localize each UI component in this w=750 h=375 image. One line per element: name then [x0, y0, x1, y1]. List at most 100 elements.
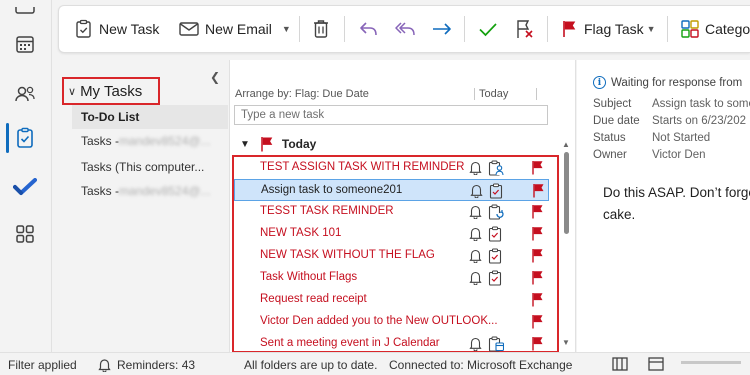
folder-item-label: Tasks (This computer... [81, 160, 205, 174]
due-date-label: Due date [593, 115, 640, 127]
bell-icon[interactable] [469, 204, 482, 222]
scrollbar[interactable]: ▲ ▼ [561, 140, 571, 352]
column-divider [536, 88, 537, 100]
categorize-label: Catego [705, 21, 750, 37]
bell-icon[interactable] [469, 160, 482, 178]
flag-icon[interactable] [531, 248, 544, 266]
filter-status: Filter applied [8, 358, 77, 372]
info-bar: i Waiting for response from [593, 76, 742, 89]
group-header-today[interactable]: ▼ Today [240, 135, 316, 153]
new-task-label: New Task [99, 21, 160, 37]
delete-button[interactable] [313, 6, 329, 52]
due-date-row: Due date Starts on 6/23/202 [593, 115, 746, 127]
flag-icon[interactable] [532, 183, 545, 201]
list-header: Arrange by: Flag: Due Date Today [234, 88, 550, 102]
scroll-thumb[interactable] [564, 152, 569, 234]
task-row[interactable]: NEW TASK WITHOUT THE FLAG [234, 245, 549, 267]
new-task-input[interactable]: Type a new task [234, 105, 548, 125]
forward-icon [433, 23, 451, 35]
task-name: Assign task to someone201 [261, 184, 403, 196]
subject-label: Subject [593, 98, 632, 110]
folder-item-label: To-Do List [81, 110, 140, 124]
forward-button[interactable] [431, 6, 453, 52]
reminders-status[interactable]: Reminders: 43 [98, 358, 195, 372]
reminders-label: Reminders: 43 [117, 358, 196, 372]
categorize-button[interactable]: Catego [681, 6, 750, 52]
assigned-task-icon [488, 160, 504, 179]
tasks-icon[interactable] [11, 124, 39, 152]
task-icon [489, 183, 503, 202]
todo-icon[interactable] [11, 173, 39, 201]
task-body: Do this ASAP. Don’t forget the cake. [603, 185, 750, 222]
task-row[interactable]: Task Without Flags [234, 267, 549, 289]
apps-icon[interactable] [11, 220, 39, 248]
task-icon [488, 226, 502, 245]
flag-task-label: Flag Task [584, 21, 644, 37]
chevron-down-icon[interactable]: ▼ [282, 24, 291, 34]
group-label: Today [281, 137, 317, 151]
mail-icon[interactable] [11, 0, 39, 28]
task-icon [488, 248, 502, 267]
folder-item-label: Tasks - [81, 134, 120, 148]
bell-icon [98, 359, 111, 372]
app-rail [0, 0, 52, 352]
checkmark-icon [479, 23, 497, 37]
folder-item-tasks-account[interactable]: Tasks - mandev8524@... [72, 129, 228, 153]
folder-item-todo-list[interactable]: To-Do List [72, 105, 228, 129]
today-column-header[interactable]: Today [474, 88, 508, 100]
bell-icon[interactable] [469, 248, 482, 266]
my-tasks-header[interactable]: ∨ My Tasks [62, 77, 160, 105]
sync-status: All folders are up to date. [244, 358, 378, 372]
bell-icon[interactable] [469, 226, 482, 244]
calendar-icon[interactable] [11, 30, 39, 58]
scroll-up-icon[interactable]: ▲ [562, 140, 570, 149]
folder-item-tasks-account-2[interactable]: Tasks - mandev8524@... [72, 179, 228, 203]
status-bar: Filter applied Reminders: 43 All folders… [0, 352, 750, 375]
flag-icon[interactable] [531, 204, 544, 222]
remove-flag-button[interactable] [515, 6, 535, 52]
new-email-button[interactable]: New Email ▼ [179, 6, 291, 52]
normal-view-icon[interactable] [612, 357, 628, 371]
my-tasks-label: My Tasks [80, 82, 143, 100]
reply-all-button[interactable] [395, 6, 417, 52]
task-row[interactable]: NEW TASK 101 [234, 223, 549, 245]
flag-icon[interactable] [531, 160, 544, 178]
reading-view-icon[interactable] [648, 357, 664, 371]
subject-row: Subject Assign task to some [593, 98, 750, 110]
zoom-slider[interactable] [681, 361, 741, 364]
categorize-icon [681, 20, 699, 38]
status-label: Status [593, 132, 626, 144]
flag-icon[interactable] [531, 270, 544, 288]
active-indicator [6, 123, 9, 153]
flag-icon[interactable] [531, 226, 544, 244]
chevron-down-icon[interactable]: ▼ [647, 24, 656, 34]
blurred-email: mandev8524@... [119, 184, 211, 198]
flag-task-button[interactable]: Flag Task ▼ [562, 6, 656, 52]
mark-complete-button[interactable] [478, 6, 498, 52]
new-task-icon [76, 19, 91, 38]
flag-icon[interactable] [531, 292, 544, 310]
folder-item-tasks-computer[interactable]: Tasks (This computer... [72, 155, 228, 179]
task-row[interactable]: Request read receipt [234, 289, 549, 311]
owner-value: Victor Den [652, 149, 706, 161]
bell-icon[interactable] [469, 270, 482, 288]
people-icon[interactable] [11, 80, 39, 108]
task-name: TEST ASSIGN TASK WITH REMINDER [260, 161, 465, 173]
task-row[interactable]: TEST ASSIGN TASK WITH REMINDER [234, 157, 549, 179]
scroll-down-icon[interactable]: ▼ [562, 338, 570, 347]
subject-value: Assign task to some [652, 98, 750, 110]
task-name: NEW TASK WITHOUT THE FLAG [260, 249, 435, 261]
task-icon [488, 270, 502, 289]
owner-label: Owner [593, 149, 627, 161]
bell-icon[interactable] [470, 183, 483, 201]
new-task-button[interactable]: New Task [75, 6, 159, 52]
flag-icon[interactable] [531, 314, 544, 332]
trash-icon [314, 20, 328, 38]
reply-button[interactable] [359, 6, 379, 52]
task-row[interactable]: Assign task to someone201 [234, 179, 549, 201]
collapse-pane-icon[interactable]: ❮ [210, 70, 220, 84]
task-row[interactable]: TESST TASK REMINDER [234, 201, 549, 223]
flag-icon [563, 21, 576, 37]
task-row[interactable]: Victor Den added you to the New OUTLOOK.… [234, 311, 549, 333]
arrange-by-button[interactable]: Arrange by: Flag: Due Date [235, 88, 369, 100]
